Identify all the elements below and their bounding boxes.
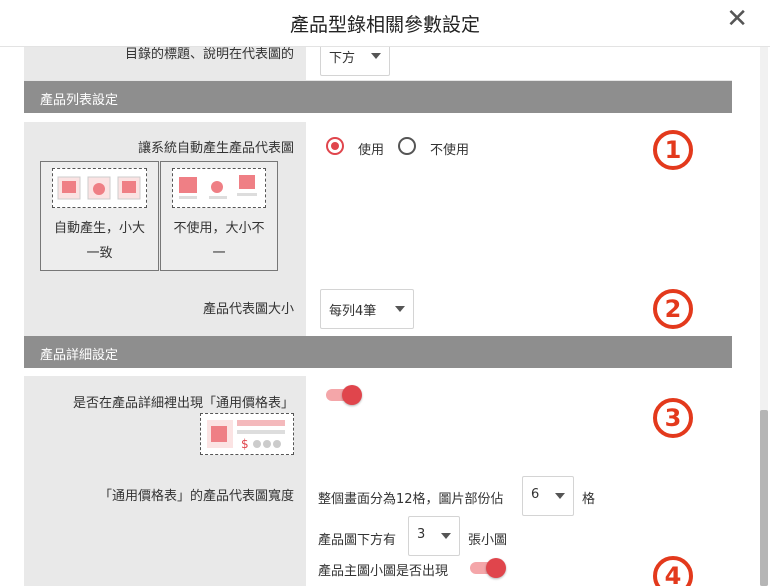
show-price-table-toggle[interactable] — [326, 385, 362, 405]
row-caption-position: 目錄的標題、說明在代表圖的 下方 — [24, 46, 732, 81]
image-size-select[interactable]: 每列4筆 — [320, 289, 414, 329]
row-show-price-table: 是否在產品詳細裡出現「通用價格表」 $ 3 — [24, 376, 732, 471]
toggle-knob — [342, 385, 362, 405]
marker-2: 2 — [653, 289, 693, 329]
marker-4: 4 — [653, 556, 693, 586]
chevron-down-icon — [441, 533, 451, 539]
auto-image-label: 讓系統自動產生產品代表圖 — [137, 141, 294, 156]
show-price-table-label: 是否在產品詳細裡出現「通用價格表」 — [72, 396, 294, 411]
example-off-caption-1: 不使用，大小不 — [173, 221, 265, 236]
radio-not-use-label[interactable]: 不使用 — [430, 139, 469, 158]
chevron-down-icon — [555, 493, 565, 499]
marker-3: 3 — [653, 398, 693, 438]
svg-text:$: $ — [241, 437, 249, 451]
radio-not-use[interactable] — [398, 137, 416, 155]
row-auto-image: 讓系統自動產生產品代表圖 自動產生，小大 一致 不使用，大小不 一 使用 不使用… — [24, 122, 732, 283]
thumbs-value: 3 — [417, 527, 426, 542]
grid-unit: 格 — [582, 492, 596, 507]
row-price-table-width: 「通用價格表」的產品代表圖寬度 整個畫面分為12格，圖片部份佔 6 格 產品圖下… — [24, 470, 732, 586]
toggle-knob — [486, 558, 506, 578]
product-thumbnails-icon — [57, 176, 141, 200]
chevron-down-icon — [395, 306, 405, 312]
price-table-width-label: 「通用價格表」的產品代表圖寬度 — [98, 489, 294, 504]
row-image-size: 產品代表圖大小 每列4筆 2 — [24, 282, 732, 337]
close-icon[interactable]: ✕ — [726, 6, 748, 32]
price-table-preview: $ — [200, 413, 294, 455]
example-auto-generate[interactable]: 自動產生，小大 一致 — [40, 161, 159, 271]
section-product-list-title: 產品列表設定 — [40, 93, 119, 108]
show-thumbs-text: 產品主圖小圖是否出現 — [318, 564, 449, 579]
section-product-detail-title: 產品詳細設定 — [40, 348, 119, 363]
radio-use-label[interactable]: 使用 — [358, 139, 384, 158]
settings-content: 目錄的標題、說明在代表圖的 下方 產品列表設定 讓系統自動產生產品代表圖 自動產… — [24, 46, 732, 586]
image-size-value: 每列4筆 — [329, 304, 377, 319]
show-thumbs-toggle[interactable] — [470, 558, 506, 578]
caption-position-select[interactable]: 下方 — [320, 46, 390, 76]
dialog-header: 產品型錄相關參數設定 ✕ — [0, 0, 770, 47]
marker-1: 1 — [653, 130, 693, 170]
example-no-generate[interactable]: 不使用，大小不 一 — [160, 161, 278, 271]
example-off-caption-2: 一 — [212, 246, 226, 261]
image-size-label: 產品代表圖大小 — [202, 302, 294, 317]
grid-select[interactable]: 6 — [522, 476, 574, 516]
thumbs-unit: 張小圖 — [468, 533, 508, 548]
thumbnail-preview-off — [172, 168, 266, 208]
example-auto-caption-2: 一致 — [86, 246, 113, 261]
price-table-icon: $ — [207, 420, 285, 451]
chevron-down-icon — [371, 53, 381, 59]
scrollbar-thumb[interactable] — [760, 410, 768, 586]
caption-position-label: 目錄的標題、說明在代表圖的 — [124, 47, 294, 62]
section-product-list: 產品列表設定 — [24, 81, 732, 113]
product-thumbnails-icon — [179, 175, 257, 199]
caption-position-value: 下方 — [329, 51, 356, 66]
example-auto-caption-1: 自動產生，小大 — [53, 221, 145, 236]
grid-value: 6 — [531, 487, 540, 502]
grid-text: 整個畫面分為12格，圖片部份佔 — [318, 492, 504, 507]
thumbs-text: 產品圖下方有 — [318, 533, 397, 548]
radio-use[interactable] — [326, 137, 344, 155]
dialog-title: 產品型錄相關參數設定 — [289, 14, 480, 36]
thumbs-select[interactable]: 3 — [408, 516, 460, 556]
thumbnail-preview-auto — [52, 168, 147, 208]
section-product-detail: 產品詳細設定 — [24, 336, 732, 368]
